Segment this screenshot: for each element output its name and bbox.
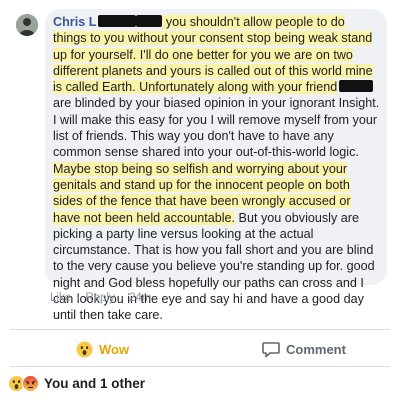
- timestamp[interactable]: 24m: [129, 292, 151, 304]
- separator: ·: [119, 292, 124, 304]
- comment-author[interactable]: Chris L: [53, 15, 96, 29]
- wow-label: Wow: [99, 341, 130, 357]
- wow-icon: [76, 340, 93, 358]
- avatar[interactable]: [16, 14, 38, 36]
- comment-icon: [262, 341, 280, 357]
- like-link[interactable]: Like: [50, 292, 71, 304]
- divider: [10, 366, 390, 367]
- wow-button[interactable]: Wow: [76, 336, 129, 362]
- reaction-icons: [8, 374, 39, 392]
- comment-body: Chris L you shouldn't allow people to do…: [47, 14, 387, 324]
- reaction-summary[interactable]: You and 1 other: [8, 372, 145, 394]
- redacted-name: [339, 80, 374, 93]
- reply-link[interactable]: Reply: [85, 292, 114, 304]
- comment-text-mid: are blinded by your biased opinion in yo…: [53, 96, 380, 160]
- angry-icon: [22, 374, 39, 392]
- reaction-summary-text: You and 1 other: [44, 375, 146, 391]
- avatar-image: [16, 14, 38, 36]
- comment-button[interactable]: Comment: [262, 336, 346, 362]
- redacted-name: [136, 15, 163, 27]
- comment-actions: Like · Reply · 24m: [50, 292, 151, 304]
- comment-label: Comment: [286, 341, 346, 357]
- divider: [10, 329, 390, 330]
- separator: ·: [76, 292, 81, 304]
- comment-text-tail: But you obviously are picking a party li…: [53, 210, 375, 323]
- redacted-name: [98, 15, 137, 27]
